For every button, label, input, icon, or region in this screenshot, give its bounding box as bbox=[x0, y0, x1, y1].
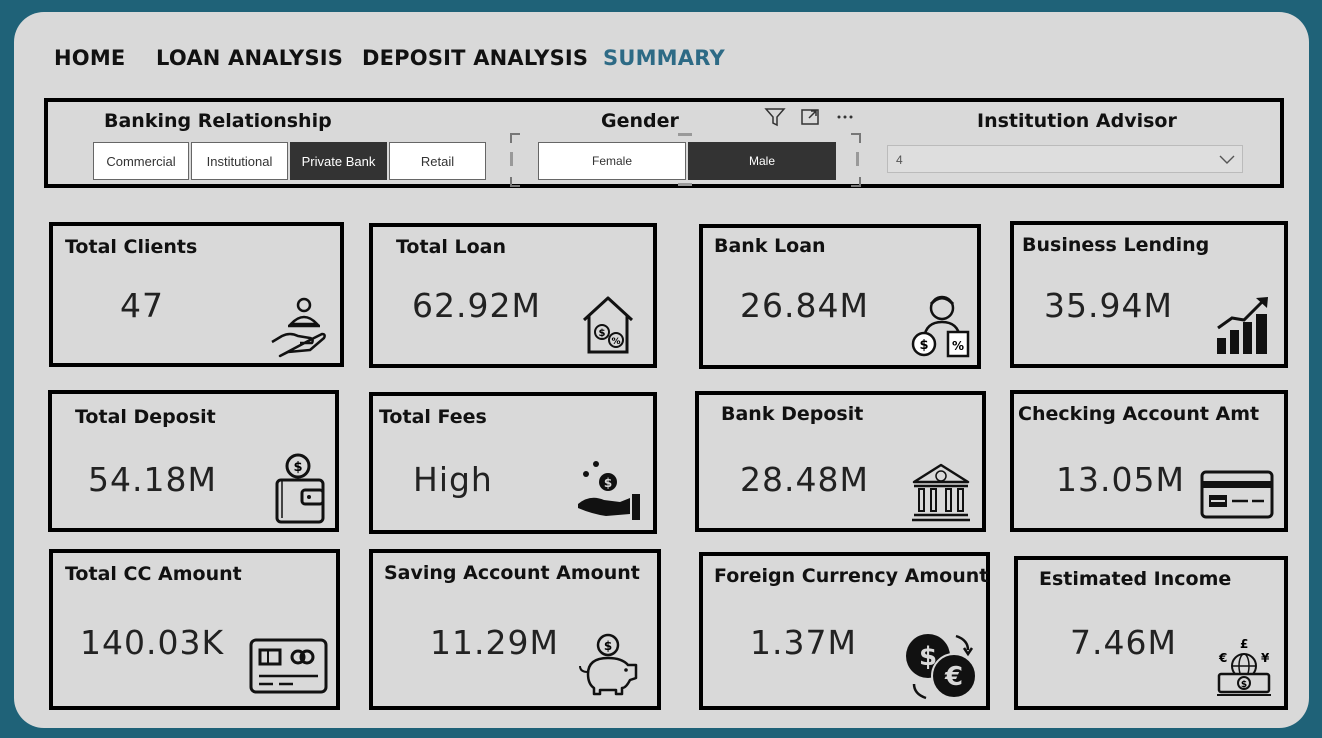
credit-card-icon bbox=[1200, 470, 1274, 519]
selection-handle bbox=[510, 152, 513, 166]
hand-coin-icon: $ bbox=[578, 461, 640, 520]
institution-advisor-value: 4 bbox=[896, 153, 903, 167]
gender-title: Gender bbox=[601, 110, 679, 132]
svg-text:$: $ bbox=[604, 639, 612, 653]
selection-handle bbox=[851, 133, 861, 143]
nav-summary[interactable]: SUMMARY bbox=[603, 46, 725, 70]
globe-currency-icon: € £ ¥ $ bbox=[1217, 637, 1271, 696]
card-value: 62.92M bbox=[412, 286, 541, 325]
chip-female[interactable]: Female bbox=[538, 142, 686, 180]
chevron-down-icon bbox=[1219, 155, 1235, 164]
card-title: Total Deposit bbox=[75, 406, 216, 428]
card-value: 28.48M bbox=[740, 460, 869, 499]
selection-handle bbox=[510, 177, 520, 187]
bank-building-icon bbox=[912, 463, 970, 522]
svg-text:%: % bbox=[952, 339, 964, 353]
card-title: Bank Loan bbox=[714, 235, 826, 257]
selection-handle bbox=[510, 133, 520, 143]
person-money-bags-icon: $ % bbox=[911, 295, 970, 358]
card-value: 54.18M bbox=[88, 460, 217, 499]
more-options-icon[interactable] bbox=[832, 104, 858, 130]
piggy-bank-icon: $ bbox=[579, 633, 638, 696]
nav-loan-analysis[interactable]: LOAN ANALYSIS bbox=[156, 46, 343, 70]
card-title: Total Clients bbox=[65, 236, 198, 258]
svg-text:$: $ bbox=[919, 338, 928, 353]
card-value: High bbox=[413, 460, 493, 499]
institution-advisor-title: Institution Advisor bbox=[977, 110, 1177, 132]
chip-commercial[interactable]: Commercial bbox=[93, 142, 189, 180]
card-value: 7.46M bbox=[1070, 623, 1177, 662]
card-title: Estimated Income bbox=[1039, 568, 1232, 590]
chip-male[interactable]: Male bbox=[688, 142, 836, 180]
selection-handle bbox=[851, 177, 861, 187]
card-title: Total Fees bbox=[379, 406, 487, 428]
svg-text:$: $ bbox=[604, 476, 612, 490]
svg-text:¥: ¥ bbox=[1261, 651, 1270, 665]
selection-handle bbox=[678, 133, 692, 136]
svg-text:$: $ bbox=[599, 328, 606, 339]
card-title: Business Lending bbox=[1022, 234, 1210, 256]
card-value: 1.37M bbox=[750, 623, 857, 662]
banking-relationship-title: Banking Relationship bbox=[104, 110, 332, 132]
svg-text:%: % bbox=[611, 337, 620, 347]
card-title: Total CC Amount bbox=[65, 563, 242, 585]
nav-home[interactable]: HOME bbox=[54, 46, 125, 70]
card-title: Checking Account Amt bbox=[1018, 403, 1260, 425]
selection-handle bbox=[678, 183, 692, 186]
institution-advisor-dropdown[interactable]: 4 bbox=[887, 145, 1243, 173]
wallet-coin-icon: $ bbox=[275, 453, 325, 524]
hand-user-icon bbox=[271, 297, 326, 358]
svg-text:€: € bbox=[944, 662, 963, 692]
card-title: Saving Account Amount bbox=[384, 562, 640, 584]
chip-private-bank[interactable]: Private Bank bbox=[290, 142, 387, 180]
svg-text:$: $ bbox=[293, 460, 302, 475]
card-value: 11.29M bbox=[430, 623, 559, 662]
house-money-icon: $ % bbox=[582, 296, 634, 354]
currency-exchange-icon: $ € bbox=[906, 634, 977, 700]
svg-text:€: € bbox=[1218, 651, 1227, 665]
card-value: 47 bbox=[120, 286, 164, 325]
card-chip-icon bbox=[249, 638, 328, 694]
card-value: 26.84M bbox=[740, 286, 869, 325]
svg-text:£: £ bbox=[1240, 637, 1248, 651]
selection-handle bbox=[856, 152, 859, 166]
card-value: 35.94M bbox=[1044, 286, 1173, 325]
filter-icon[interactable] bbox=[762, 104, 788, 130]
chip-institutional[interactable]: Institutional bbox=[191, 142, 288, 180]
card-title: Foreign Currency Amount bbox=[714, 565, 989, 587]
focus-mode-icon[interactable] bbox=[797, 104, 823, 130]
card-title: Bank Deposit bbox=[721, 403, 864, 425]
card-title: Total Loan bbox=[396, 236, 507, 258]
card-value: 13.05M bbox=[1056, 460, 1185, 499]
nav-deposit-analysis[interactable]: DEPOSIT ANALYSIS bbox=[362, 46, 588, 70]
svg-text:$: $ bbox=[1241, 680, 1247, 690]
growth-chart-icon bbox=[1217, 297, 1268, 354]
card-value: 140.03K bbox=[80, 623, 225, 662]
chip-retail[interactable]: Retail bbox=[389, 142, 486, 180]
